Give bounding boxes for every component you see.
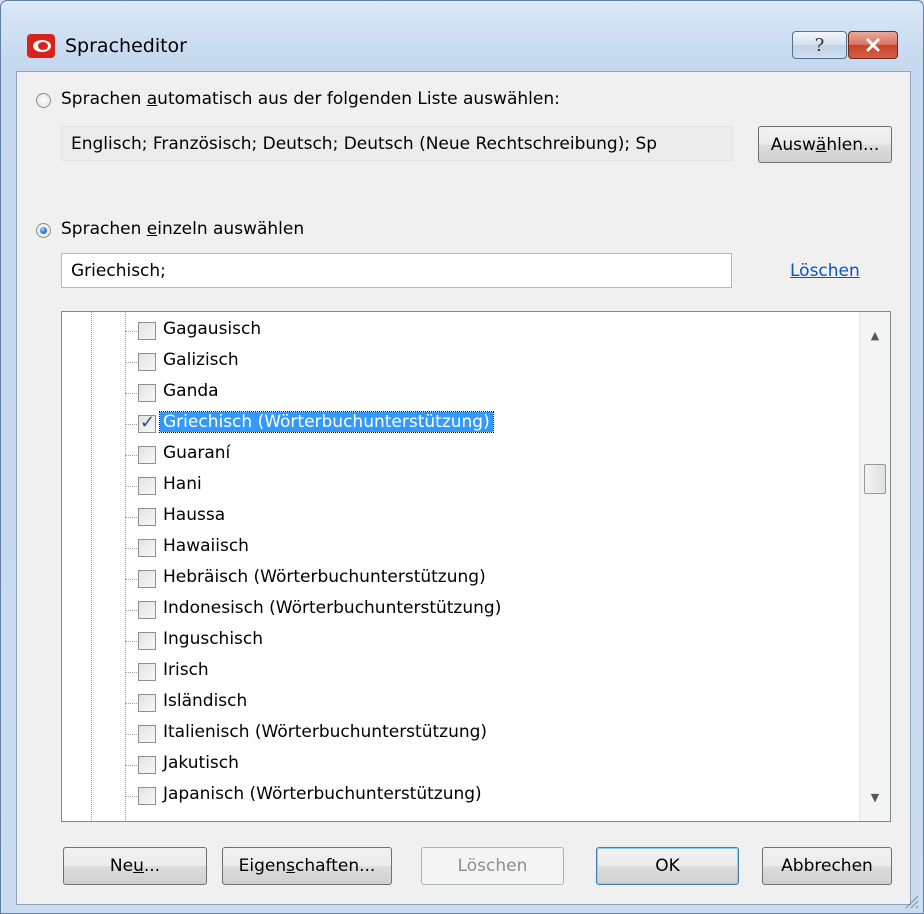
list-item[interactable]: Guaraní (62, 440, 842, 471)
properties-button[interactable]: Eigen s chaften... (222, 847, 392, 885)
dialog-body: Sprachen automatisch aus der folgenden L… (16, 71, 911, 905)
list-item[interactable]: Hani (62, 471, 842, 502)
close-icon (866, 38, 880, 52)
ok-button[interactable]: OK (596, 847, 739, 885)
language-label: Griechisch (Wörterbuchunterstützung) (159, 411, 494, 433)
tree-connector (125, 362, 137, 363)
new-button[interactable]: Ne u... (63, 847, 207, 885)
language-checkbox[interactable] (138, 508, 156, 526)
tree-connector (125, 672, 137, 673)
selected-languages-input[interactable]: Griechisch; (61, 253, 732, 288)
scroll-thumb[interactable] (864, 464, 886, 494)
language-checkbox[interactable] (138, 570, 156, 588)
list-item[interactable]: Isländisch (62, 688, 842, 719)
language-label: Hani (163, 474, 202, 494)
language-label: Italienisch (Wörterbuchunterstützung) (163, 722, 488, 742)
auto-languages-value: Englisch; Französisch; Deutsch; Deutsch … (71, 134, 658, 154)
list-item[interactable]: Italienisch (Wörterbuchunterstützung) (62, 719, 842, 750)
language-label: Hawaiisch (163, 536, 249, 556)
scroll-up-arrow-icon[interactable]: ▲ (860, 320, 890, 350)
tree-connector (125, 331, 137, 332)
help-icon: ? (814, 34, 825, 56)
language-label: Jakutisch (163, 753, 239, 773)
list-item[interactable]: Haussa (62, 502, 842, 533)
language-checkbox[interactable] (138, 353, 156, 371)
language-label: Galizisch (163, 350, 239, 370)
language-checkbox[interactable] (138, 663, 156, 681)
manual-select-label[interactable]: Sprachen einzeln auswählen (61, 219, 304, 239)
language-label: Guaraní (163, 443, 231, 463)
tree-connector (125, 548, 137, 549)
tree-connector (125, 734, 137, 735)
language-label: Inguschisch (163, 629, 264, 649)
title-bar[interactable]: Spracheditor ? (1, 1, 923, 65)
cancel-button[interactable]: Abbrechen (762, 847, 892, 885)
language-checkbox[interactable] (138, 384, 156, 402)
tree-connector (125, 579, 137, 580)
vertical-scrollbar[interactable]: ▲ ▼ (859, 312, 890, 821)
language-label: Ganda (163, 381, 219, 401)
tree-connector (125, 486, 137, 487)
language-checkbox[interactable] (138, 694, 156, 712)
selected-languages-value: Griechisch; (71, 261, 166, 281)
language-checkbox[interactable] (138, 446, 156, 464)
dialog-window: Spracheditor ? Sprachen automatisch aus … (0, 0, 924, 914)
tree-connector (125, 796, 137, 797)
resize-grip-icon[interactable] (903, 893, 919, 909)
list-item[interactable]: Inguschisch (62, 626, 842, 657)
auto-select-label[interactable]: Sprachen automatisch aus der folgenden L… (61, 89, 560, 109)
language-checkbox[interactable] (138, 322, 156, 340)
clear-selection-link[interactable]: Löschen (790, 261, 860, 281)
language-checkbox[interactable] (138, 477, 156, 495)
language-checkbox[interactable] (138, 787, 156, 805)
language-checkbox[interactable] (138, 725, 156, 743)
tree-connector (125, 517, 137, 518)
app-logo-icon (27, 34, 55, 58)
tree-connector (125, 424, 137, 425)
tree-connector (125, 703, 137, 704)
language-label: Gagausisch (163, 319, 262, 339)
language-checkbox[interactable] (138, 412, 156, 433)
tree-connector (125, 393, 137, 394)
tree-connector (125, 610, 137, 611)
list-item[interactable]: Ganda (62, 378, 842, 409)
list-item[interactable]: Jakutisch (62, 750, 842, 781)
language-tree[interactable]: Gagausisch Galizisch Ganda Griechisch (Wört… (61, 311, 891, 822)
tree-connector (125, 455, 137, 456)
tree-connector (125, 765, 137, 766)
language-label: Irisch (163, 660, 209, 680)
list-item[interactable]: Hawaiisch (62, 533, 842, 564)
auto-select-radio[interactable] (36, 93, 51, 108)
language-checkbox[interactable] (138, 756, 156, 774)
list-item[interactable]: Gagausisch (62, 316, 842, 347)
language-label: Isländisch (163, 691, 248, 711)
scroll-down-arrow-icon[interactable]: ▼ (860, 782, 890, 812)
list-item[interactable]: Hebräisch (Wörterbuchunterstützung) (62, 564, 842, 595)
choose-languages-button[interactable]: Ausw ä hlen... (758, 126, 892, 163)
language-label: Indonesisch (Wörterbuchunterstützung) (163, 598, 502, 618)
language-label: Japanisch (Wörterbuchunterstützung) (163, 784, 482, 804)
tree-connector (125, 641, 137, 642)
manual-select-radio[interactable] (36, 223, 51, 238)
language-label: Haussa (163, 505, 226, 525)
list-item[interactable]: Japanisch (Wörterbuchunterstützung) (62, 781, 842, 812)
auto-languages-field: Englisch; Französisch; Deutsch; Deutsch … (61, 126, 733, 161)
list-item[interactable]: Indonesisch (Wörterbuchunterstützung) (62, 595, 842, 626)
close-button[interactable] (848, 31, 898, 59)
list-item[interactable]: Griechisch (Wörterbuchunterstützung) (62, 409, 842, 440)
window-title: Spracheditor (65, 35, 187, 57)
list-item[interactable]: Galizisch (62, 347, 842, 378)
list-item[interactable]: Irisch (62, 657, 842, 688)
language-label: Hebräisch (Wörterbuchunterstützung) (163, 567, 486, 587)
help-button[interactable]: ? (792, 31, 847, 59)
language-checkbox[interactable] (138, 539, 156, 557)
language-checkbox[interactable] (138, 601, 156, 619)
language-checkbox[interactable] (138, 632, 156, 650)
delete-button[interactable]: Löschen (421, 847, 564, 885)
